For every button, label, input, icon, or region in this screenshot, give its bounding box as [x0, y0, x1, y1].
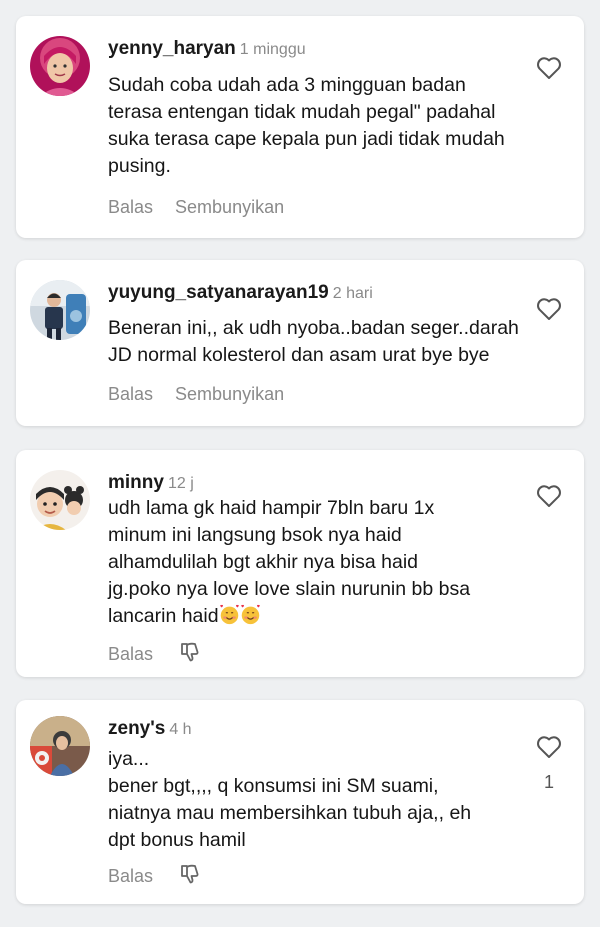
comment-header: yuyung_satyanarayan19 2 hari [108, 282, 373, 304]
reply-button[interactable]: Balas [108, 197, 153, 218]
comment-actions: Balas Sembunyikan [108, 384, 284, 405]
comment-text: udh lama gk haid hampir 7bln baru 1x min… [108, 495, 528, 630]
heart-icon[interactable] [534, 56, 564, 85]
comment-text: Beneran ini,, ak udh nyoba..badan seger.… [108, 315, 528, 369]
comment-actions: Balas [108, 863, 201, 890]
user-avatar[interactable] [30, 36, 90, 96]
like-count: 1 [543, 772, 554, 792]
user-avatar[interactable] [30, 716, 90, 776]
username[interactable]: yenny_haryan [108, 38, 236, 59]
heart-icon[interactable] [534, 297, 564, 326]
comment-line: jg.poko nya love love slain nurunin bb b… [108, 578, 471, 600]
heart-icon[interactable] [534, 484, 564, 513]
comment-line: Beneran ini,, ak udh nyoba..badan seger.… [108, 317, 519, 339]
thumbs-down-icon[interactable] [179, 641, 201, 668]
smiling-face-with-hearts-emoji [240, 604, 260, 625]
comment-line: lancarin haid [108, 603, 528, 630]
like-area [534, 56, 564, 85]
comment-line: alhamdulilah bgt akhir nya bisa haid [108, 551, 419, 573]
comment-text: iya... bener bgt,,,, q konsumsi ini SM s… [108, 746, 528, 854]
thumbs-down-icon[interactable] [179, 863, 201, 890]
comment-line: niatnya mau membersihkan tubuh aja,, eh [108, 802, 472, 824]
timestamp: 1 minggu [239, 41, 306, 58]
comment-header: minny 12 j [108, 472, 194, 494]
comment-line: suka terasa cape kepala pun jadi tidak m… [108, 128, 505, 150]
comment-line: dpt bonus hamil [108, 829, 246, 851]
comment-card: zeny's 4 h iya... bener bgt,,,, q konsums… [16, 700, 584, 904]
comment-header: yenny_haryan 1 minggu [108, 38, 306, 60]
like-area [534, 484, 564, 513]
reply-button[interactable]: Balas [108, 384, 153, 405]
comment-text: Sudah coba udah ada 3 mingguan badan ter… [108, 72, 528, 180]
comment-actions: Balas Sembunyikan [108, 197, 284, 218]
hide-button[interactable]: Sembunyikan [175, 384, 284, 405]
username[interactable]: minny [108, 472, 164, 493]
comment-line: minum ini langsung bsok nya haid [108, 524, 402, 546]
timestamp: 12 j [167, 475, 194, 492]
hide-button[interactable]: Sembunyikan [175, 197, 284, 218]
username[interactable]: yuyung_satyanarayan19 [108, 282, 329, 303]
user-avatar[interactable] [30, 470, 90, 530]
timestamp: 4 h [169, 721, 192, 738]
reply-button[interactable]: Balas [108, 644, 153, 665]
reply-button[interactable]: Balas [108, 866, 153, 887]
smiling-face-with-hearts-emoji [219, 604, 239, 625]
timestamp: 2 hari [332, 285, 373, 302]
comment-line: terasa entengan tidak mudah pegal" padah… [108, 101, 496, 123]
comment-line: Sudah coba udah ada 3 mingguan badan [108, 74, 466, 96]
comment-card: minny 12 j udh lama gk haid hampir 7bln b… [16, 450, 584, 677]
comment-line: pusing. [108, 155, 171, 177]
user-avatar[interactable] [30, 280, 90, 340]
like-area: 1 [534, 735, 564, 793]
comment-actions: Balas [108, 641, 201, 668]
heart-icon[interactable] [534, 735, 564, 764]
comment-line-text: lancarin haid [108, 605, 219, 627]
comment-line: bener bgt,,,, q konsumsi ini SM suami, [108, 775, 439, 797]
like-area [534, 297, 564, 326]
comment-card: yenny_haryan 1 minggu Sudah coba udah ada… [16, 16, 584, 238]
comment-line: iya... [108, 748, 150, 770]
comment-line: JD normal kolesterol dan asam urat bye b… [108, 344, 490, 366]
username[interactable]: zeny's [108, 718, 165, 739]
comment-header: zeny's 4 h [108, 718, 192, 740]
comment-line: udh lama gk haid hampir 7bln baru 1x [108, 497, 435, 519]
comment-card: yuyung_satyanarayan19 2 hari Beneran ini,… [16, 260, 584, 426]
